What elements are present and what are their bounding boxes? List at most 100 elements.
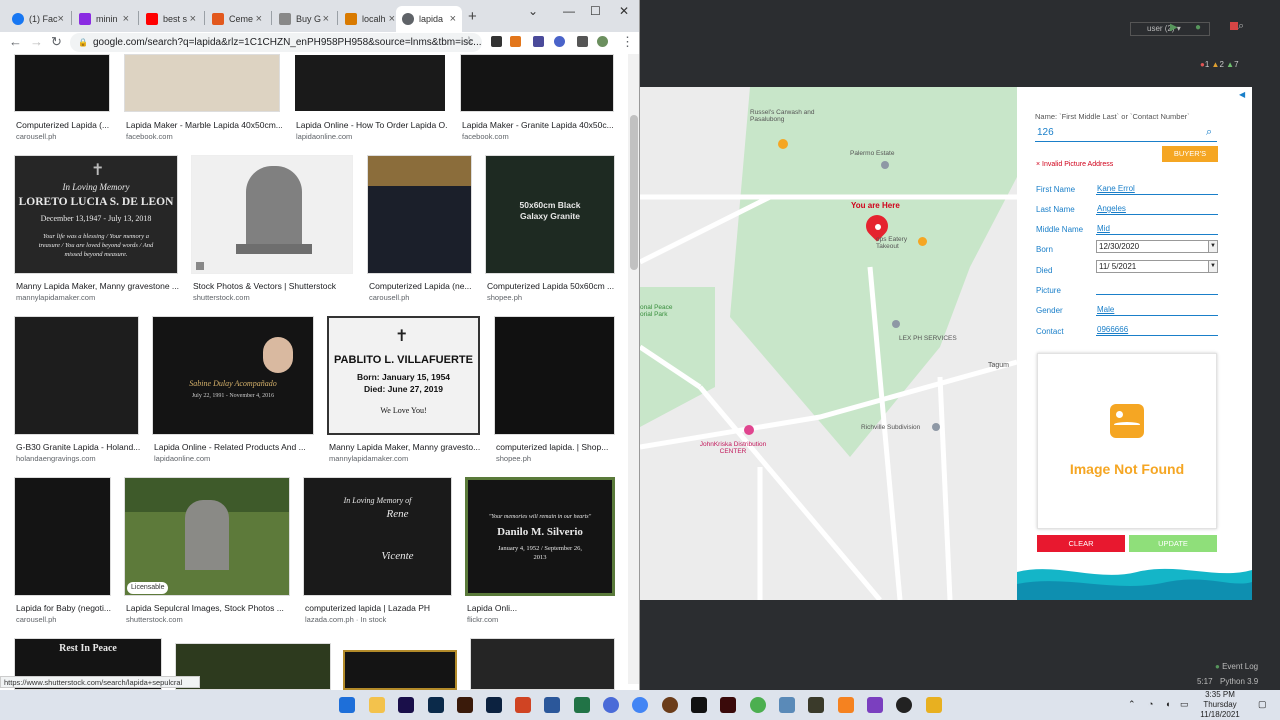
utorrent-icon[interactable]	[750, 697, 766, 713]
clear-button[interactable]: CLEAR	[1037, 535, 1125, 552]
tab-google-lapida[interactable]: lapida ×	[396, 6, 462, 32]
lightroom-icon[interactable]	[486, 697, 502, 713]
result-card[interactable]: computerized lapida. | Shop... shopee.ph	[494, 316, 615, 466]
visual-studio-icon[interactable]	[867, 697, 883, 713]
extension-icon[interactable]	[533, 36, 544, 47]
tab-localhost[interactable]: localh ×	[339, 6, 401, 32]
result-card[interactable]: Lapida for Baby (negoti... carousell.ph	[14, 477, 111, 627]
result-thumbnail[interactable]	[460, 54, 614, 112]
avatar[interactable]	[597, 36, 608, 47]
search-icon[interactable]: ⌕	[1238, 20, 1244, 33]
github-icon[interactable]	[896, 697, 912, 713]
minimize-icon[interactable]: —	[563, 4, 575, 18]
location-pin-icon[interactable]	[932, 423, 940, 431]
result-thumbnail[interactable]	[14, 316, 139, 435]
new-tab-icon[interactable]: +	[468, 8, 477, 25]
cursor-position[interactable]: 5:17	[1197, 677, 1213, 686]
gender-field[interactable]: Male	[1096, 305, 1218, 316]
battery-icon[interactable]: ▭	[1180, 699, 1189, 710]
tab-cemetery[interactable]: Ceme ×	[206, 6, 268, 32]
result-thumbnail[interactable]	[14, 54, 110, 112]
dropdown-arrow-icon[interactable]: ▼	[1208, 261, 1217, 272]
result-thumbnail[interactable]: 50x60cm Black Galaxy Granite	[485, 155, 615, 274]
result-title[interactable]: Manny Lapida Maker, Manny gravesto...	[329, 442, 482, 452]
result-title[interactable]: G-B30 Granite Lapida - Holand...	[16, 442, 141, 452]
maximize-icon[interactable]: ☐	[590, 4, 601, 18]
problems-indicator[interactable]: ●1 ▲2 ▲7	[1200, 60, 1239, 69]
location-pin-icon[interactable]	[892, 320, 900, 328]
result-thumbnail[interactable]: Sabine Dulay Acompañado July 22, 1991 - …	[152, 316, 314, 435]
start-icon[interactable]	[339, 697, 355, 713]
clock-day[interactable]: Thursday	[1196, 700, 1244, 709]
clock-time[interactable]: 3:35 PM	[1196, 690, 1244, 699]
extension-icon[interactable]	[491, 36, 502, 47]
photoshop-icon[interactable]	[428, 697, 444, 713]
restaurant-pin-icon[interactable]	[778, 139, 788, 149]
result-card[interactable]: Licensable Lapida Sepulcral Images, Stoc…	[124, 477, 290, 627]
forward-icon[interactable]: →	[30, 34, 43, 49]
result-thumbnail[interactable]	[470, 638, 615, 690]
close-tab-icon[interactable]: ×	[323, 13, 329, 25]
extension-icon[interactable]	[554, 36, 565, 47]
close-window-icon[interactable]: ✕	[619, 4, 629, 18]
app-icon[interactable]	[662, 697, 678, 713]
tab-buy[interactable]: Buy G ×	[273, 6, 335, 32]
reload-icon[interactable]: ↻	[51, 34, 62, 50]
back-icon[interactable]: ←	[9, 34, 22, 49]
result-card[interactable]: Stock Photos & Vectors | Shutterstock sh…	[191, 155, 353, 305]
contact-field[interactable]: 0966666	[1096, 325, 1218, 336]
word-icon[interactable]	[544, 697, 560, 713]
app-icon[interactable]	[926, 697, 942, 713]
result-thumbnail[interactable]	[494, 316, 615, 435]
illustrator-icon[interactable]	[457, 697, 473, 713]
wifi-icon[interactable]: ◔	[1148, 699, 1153, 709]
file-explorer-icon[interactable]	[369, 697, 385, 713]
close-tab-icon[interactable]: ×	[123, 13, 129, 25]
result-title[interactable]: computerized lapida. | Shop...	[496, 442, 617, 452]
result-card[interactable]: Lapida Maker - Marble Lapida 40x50cm... …	[124, 54, 282, 146]
close-tab-icon[interactable]: ×	[58, 13, 64, 25]
chrome-icon[interactable]	[632, 697, 648, 713]
pycharm-icon[interactable]	[691, 697, 707, 713]
excel-icon[interactable]	[574, 697, 590, 713]
result-title[interactable]: Computerized Lapida 50x60cm ...	[487, 281, 617, 291]
metamask-icon[interactable]	[510, 36, 521, 47]
dropdown-arrow-icon[interactable]: ▼	[1208, 241, 1217, 252]
scrollbar-thumb[interactable]	[630, 115, 638, 270]
result-thumbnail[interactable]	[343, 650, 457, 690]
result-card[interactable]: "Your memories will remain in our hearts…	[465, 477, 615, 627]
result-thumbnail[interactable]	[14, 477, 111, 596]
powerpoint-icon[interactable]	[515, 697, 531, 713]
result-card[interactable]	[470, 638, 615, 690]
run-icon[interactable]: ▶	[1170, 22, 1178, 33]
app-icon[interactable]	[808, 697, 824, 713]
search-icon[interactable]: ⌕	[1206, 126, 1212, 139]
died-date-picker[interactable]: 11/ 5/2021 ▼	[1096, 260, 1218, 273]
result-title[interactable]: Manny Lapida Maker, Manny gravestone ...	[16, 281, 180, 291]
shopping-pin-icon[interactable]	[744, 425, 754, 435]
first-name-field[interactable]: Kane Errol	[1096, 184, 1218, 195]
result-title[interactable]: Lapida Sepulcral Images, Stock Photos ..…	[126, 603, 292, 613]
search-input[interactable]: 126	[1035, 127, 1217, 142]
result-card[interactable]: Computerized Lapida (... carousell.ph	[14, 54, 110, 146]
stop-icon[interactable]	[1230, 22, 1238, 30]
photos-icon[interactable]	[779, 697, 795, 713]
middle-name-field[interactable]: Mid	[1096, 224, 1218, 235]
close-tab-icon[interactable]: ×	[389, 13, 395, 25]
collapse-arrow-icon[interactable]: ◀	[1239, 90, 1245, 99]
puzzle-icon[interactable]	[577, 36, 588, 47]
notifications-icon[interactable]: ▢	[1258, 699, 1267, 710]
close-tab-icon[interactable]: ×	[256, 13, 262, 25]
close-tab-icon[interactable]: ×	[190, 13, 196, 25]
result-title[interactable]: Lapida for Baby (negoti...	[16, 603, 113, 613]
result-card[interactable]: Lapida Online - How To Order Lapida O...…	[294, 54, 448, 146]
result-title[interactable]: Computerized Lapida (ne...	[369, 281, 474, 291]
volume-icon[interactable]: ◖	[1165, 699, 1170, 709]
premiere-icon[interactable]	[398, 697, 414, 713]
close-tab-icon[interactable]: ×	[450, 13, 456, 25]
last-name-field[interactable]: Angeles	[1096, 204, 1218, 215]
bookmark-star-icon[interactable]: ☆	[464, 34, 474, 47]
result-title[interactable]: Lapida Maker - Granite Lapida 40x50c...	[462, 120, 616, 130]
tab-youtube[interactable]: best s ×	[140, 6, 202, 32]
app-icon[interactable]	[720, 697, 736, 713]
